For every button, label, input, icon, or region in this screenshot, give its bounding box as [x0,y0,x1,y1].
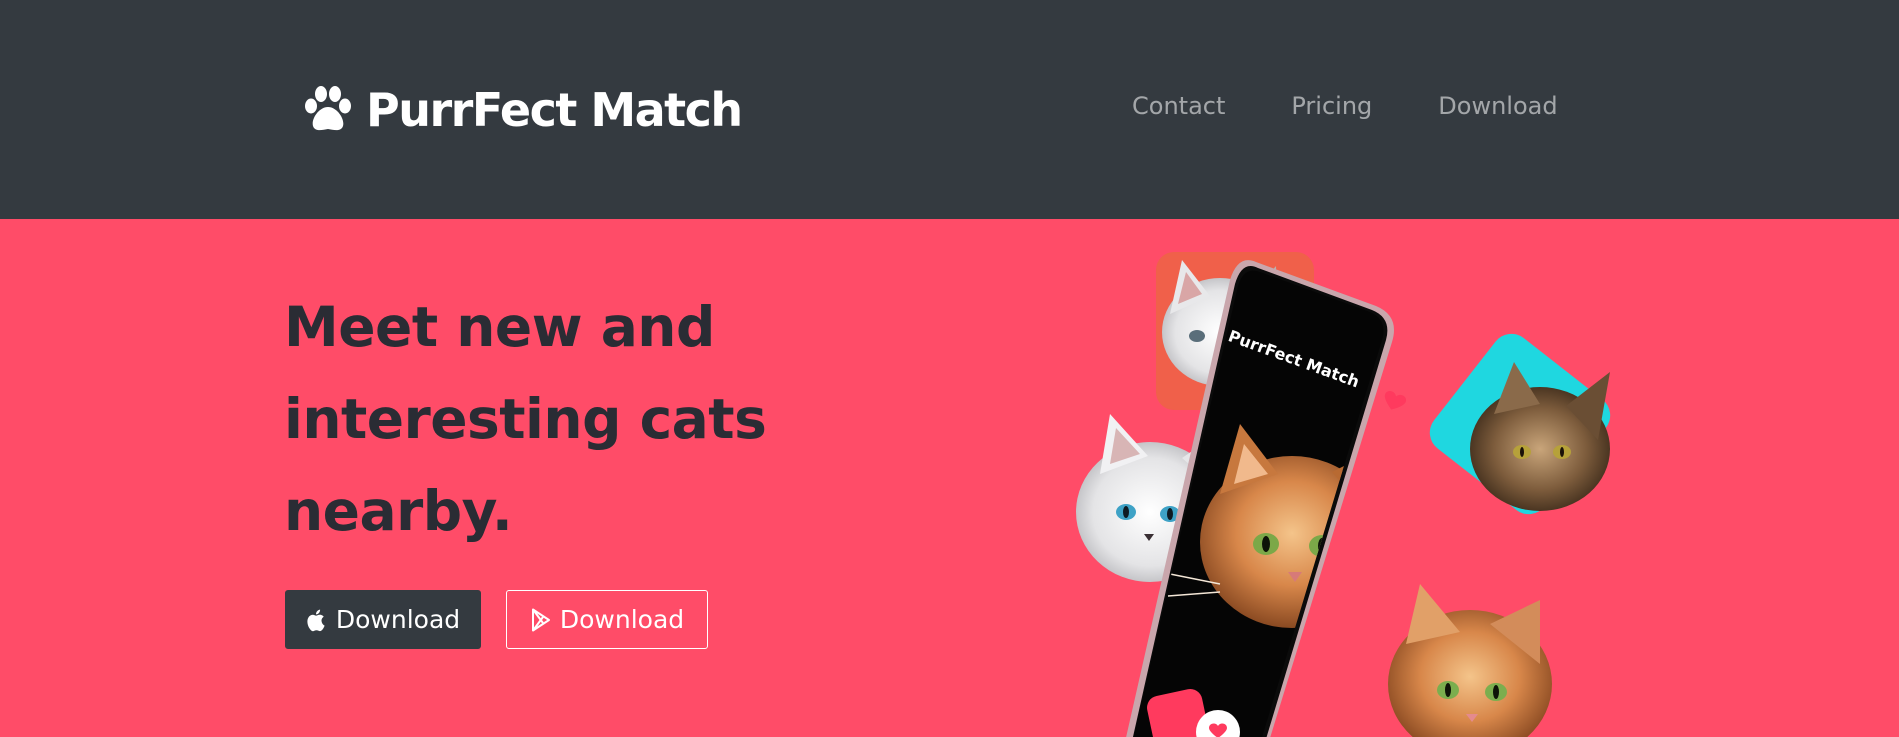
app-store-button-label: Download [335,605,461,634]
cat-tile-bottom-right [1388,584,1552,737]
google-play-icon [531,608,550,631]
google-play-download-button[interactable]: Download [506,590,708,649]
hero-headline: Meet new and interesting cats nearby. [284,281,924,557]
navbar: PurrFect Match Contact Pricing Download [0,0,1899,219]
nav-link-download[interactable]: Download [1438,92,1557,120]
apple-icon [307,609,325,631]
nav-links: Contact Pricing Download [1132,92,1558,120]
brand-logo-link[interactable]: PurrFect Match [302,80,743,140]
headline-line-2: interesting cats [284,387,767,451]
heart-icon [1384,391,1407,410]
nav-link-pricing[interactable]: Pricing [1291,92,1372,120]
app-mockup-illustration: PurrFect Match [1070,244,1670,737]
nav-link-contact[interactable]: Contact [1132,92,1225,120]
google-play-button-label: Download [559,605,685,634]
mockup-svg: PurrFect Match [1076,252,1611,737]
hero-section: Meet new and interesting cats nearby. Do… [0,219,1899,737]
paw-icon [305,86,351,131]
brand-name: PurrFect Match [366,83,743,137]
headline-line-1: Meet new and [284,295,715,359]
cat-tile-right [1429,333,1611,515]
app-store-download-button[interactable]: Download [285,590,481,649]
headline-line-3: nearby. [284,479,513,543]
